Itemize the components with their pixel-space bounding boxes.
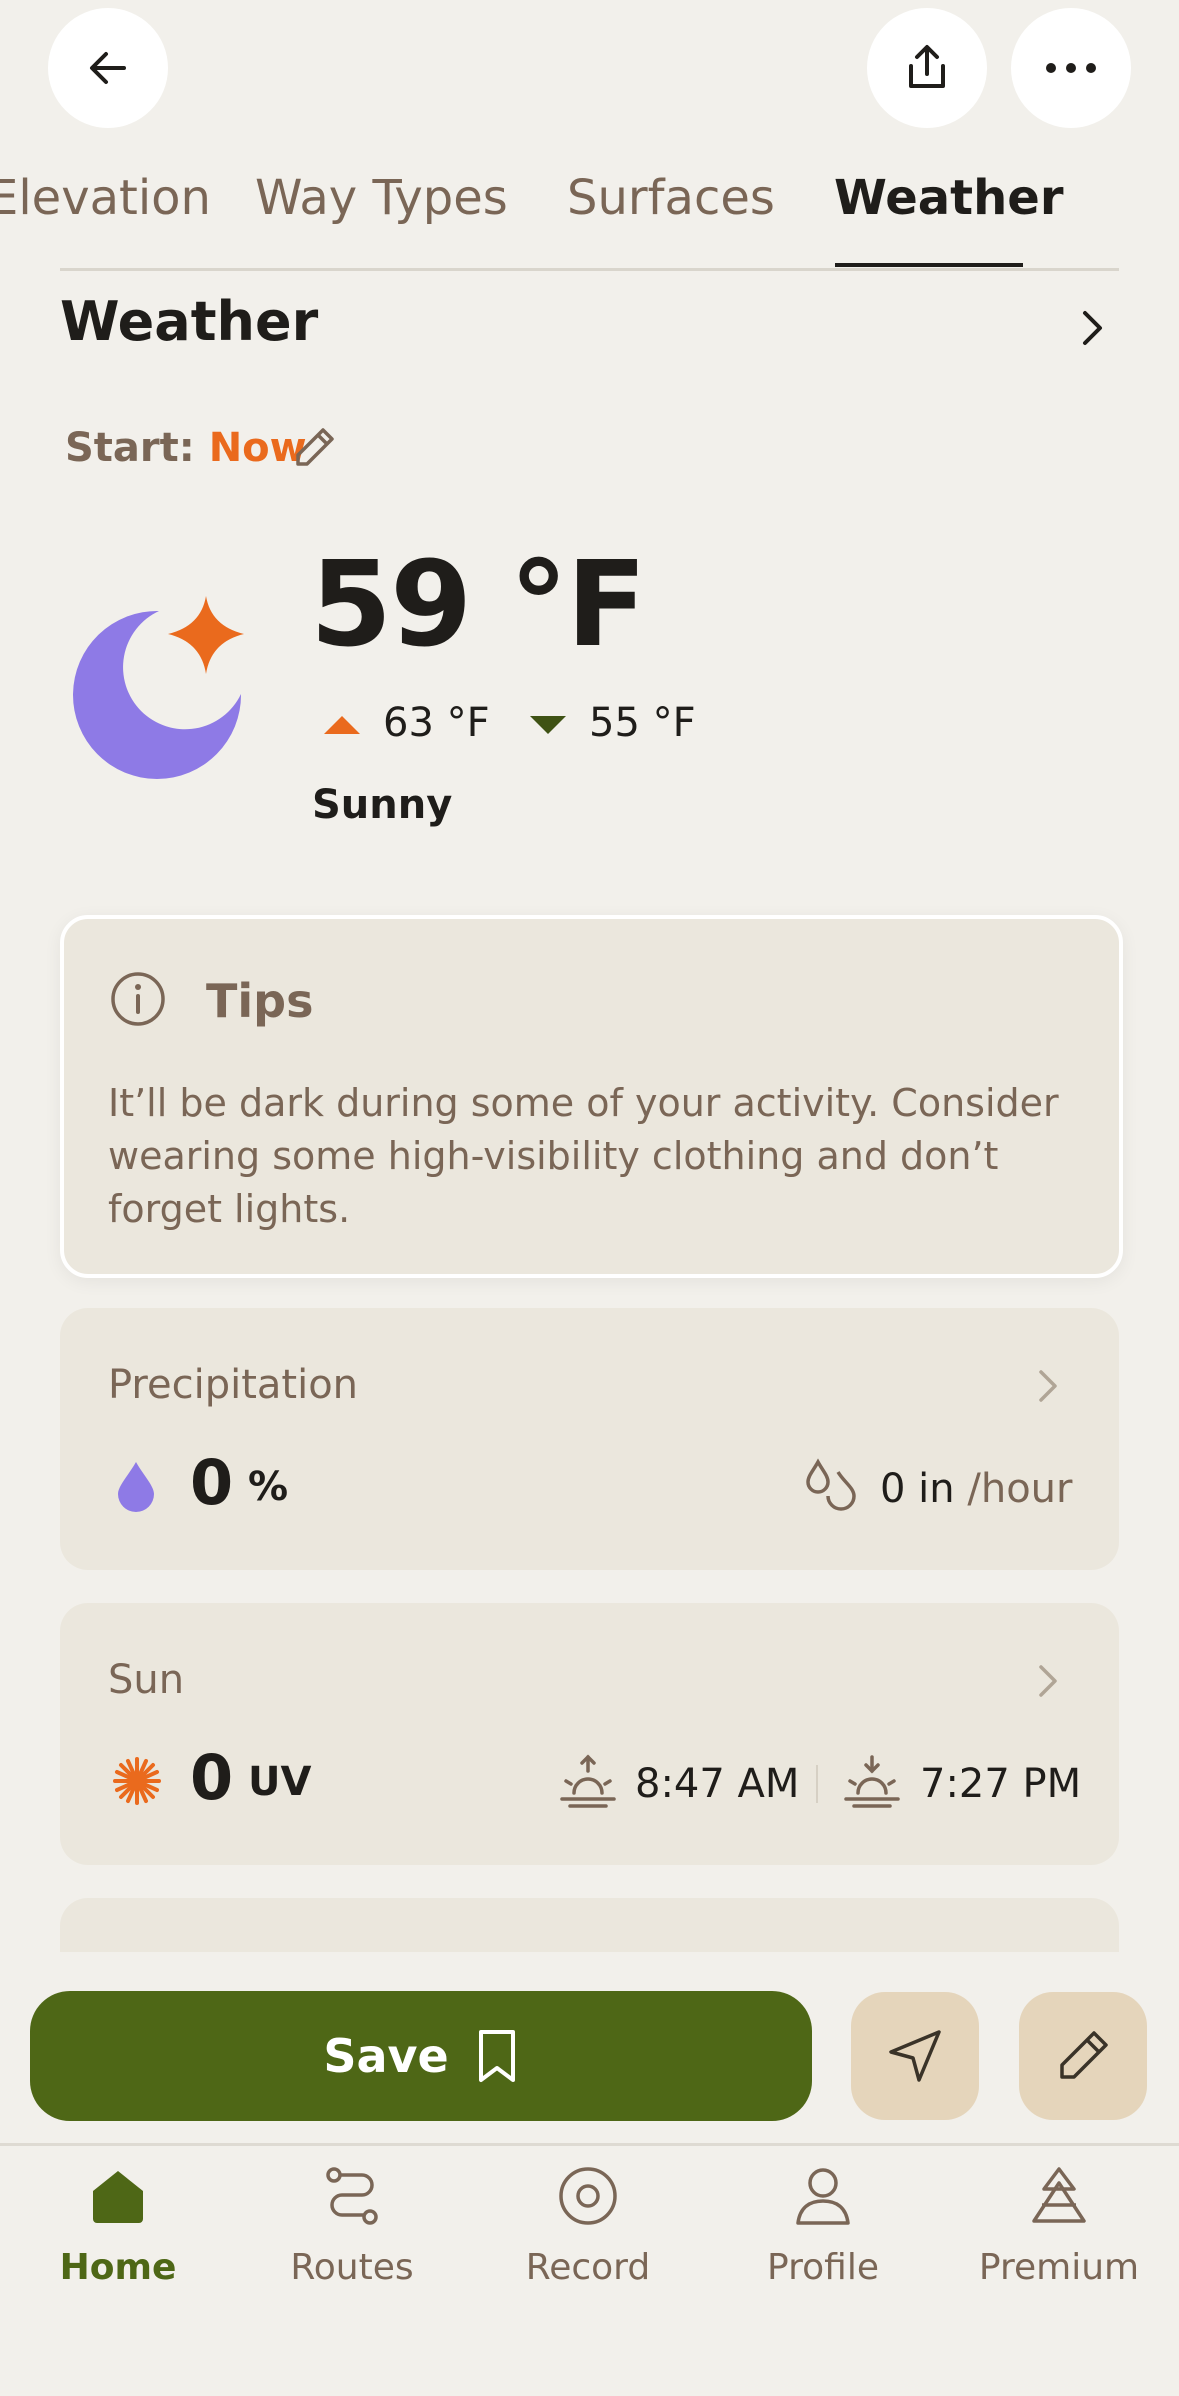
tab-weather[interactable]: Weather (834, 170, 1064, 226)
low-temp-arrow-icon (530, 716, 566, 734)
profile-icon (796, 2168, 850, 2225)
precipitation-amount-unit: /hour (967, 1466, 1073, 1512)
tab-bar: Elevation Way Types Surfaces Weather (0, 170, 1179, 270)
bookmark-icon (478, 2030, 515, 2082)
high-temperature: 63 °F (383, 700, 490, 746)
sun-card[interactable]: Sun 0 UV 8:47 AM 7:27 PM (60, 1603, 1119, 1865)
nav-premium-label: Premium (978, 2247, 1140, 2288)
weather-condition: Sunny (312, 782, 453, 828)
navigation-arrow-icon (889, 2030, 941, 2082)
share-icon (909, 45, 945, 88)
back-button[interactable] (48, 8, 168, 128)
weather-section-title: Weather (60, 290, 319, 353)
moon-star-icon (73, 596, 244, 779)
share-button[interactable] (867, 8, 987, 128)
navigate-button[interactable] (851, 1992, 979, 2120)
sunset-time: 7:27 PM (920, 1761, 1082, 1807)
start-time: Start: Now (65, 425, 307, 471)
tab-surfaces[interactable]: Surfaces (567, 170, 775, 226)
nav-premium[interactable]: Premium (959, 2165, 1159, 2325)
precipitation-chance: 0 (190, 1446, 234, 1519)
nav-record-label: Record (525, 2247, 651, 2288)
low-temperature: 55 °F (589, 700, 696, 746)
uv-unit: UV (248, 1759, 312, 1805)
nav-home-label: Home (59, 2247, 177, 2288)
precipitation-unit: % (248, 1464, 289, 1510)
active-tab-indicator (835, 263, 1023, 267)
more-options-button[interactable] (1011, 8, 1131, 128)
pencil-icon[interactable] (292, 424, 338, 470)
chevron-right-icon[interactable] (1075, 308, 1109, 348)
tab-way-types[interactable]: Way Types (255, 170, 508, 226)
raindrop-icon (118, 1462, 154, 1512)
sunrise-icon (560, 1754, 616, 1808)
chevron-right-icon (1039, 1665, 1057, 1697)
precipitation-label: Precipitation (108, 1362, 359, 1408)
nav-routes[interactable]: Routes (252, 2165, 452, 2325)
current-temperature: 59 °F (310, 535, 647, 673)
tab-divider (60, 268, 1119, 271)
sun-icon (113, 1757, 161, 1805)
pencil-icon (1060, 2031, 1108, 2079)
save-button-label: Save (323, 2029, 449, 2083)
edit-route-button[interactable] (1019, 1992, 1147, 2120)
record-icon (559, 2167, 617, 2225)
tips-card: Tips It’ll be dark during some of your a… (60, 915, 1123, 1278)
high-temp-arrow-icon (324, 716, 360, 734)
nav-profile-label: Profile (767, 2247, 879, 2288)
nav-profile[interactable]: Profile (723, 2165, 923, 2325)
sun-times-divider (816, 1765, 818, 1803)
precipitation-amount: 0 in /hour (880, 1466, 1072, 1512)
save-button[interactable]: Save (30, 1991, 812, 2121)
arrow-left-icon (90, 52, 126, 84)
nav-routes-label: Routes (290, 2247, 414, 2288)
nav-home[interactable]: Home (18, 2165, 218, 2325)
precipitation-card[interactable]: Precipitation 0 % 0 in /hour (60, 1308, 1119, 1570)
uv-index: 0 (190, 1741, 234, 1814)
tips-title: Tips (206, 974, 314, 1028)
premium-tree-icon (1032, 2167, 1086, 2223)
ellipsis-icon (1046, 63, 1096, 73)
route-icon (326, 2167, 378, 2225)
start-label: Start: (65, 425, 195, 471)
tab-elevation[interactable]: Elevation (0, 170, 211, 226)
precipitation-amount-value: 0 in (880, 1466, 955, 1512)
rain-amount-icon (806, 1458, 856, 1511)
sun-label: Sun (108, 1657, 185, 1703)
info-icon (111, 972, 165, 1026)
chevron-right-icon (1039, 1370, 1057, 1402)
next-card-partial[interactable] (60, 1898, 1119, 1952)
bottom-nav-divider (0, 2143, 1179, 2146)
sunset-icon (844, 1755, 900, 1808)
home-icon (93, 2171, 143, 2223)
tips-text: It’ll be dark during some of your activi… (108, 1081, 1059, 1231)
nav-record[interactable]: Record (488, 2165, 688, 2325)
sunrise-time: 8:47 AM (635, 1761, 800, 1807)
